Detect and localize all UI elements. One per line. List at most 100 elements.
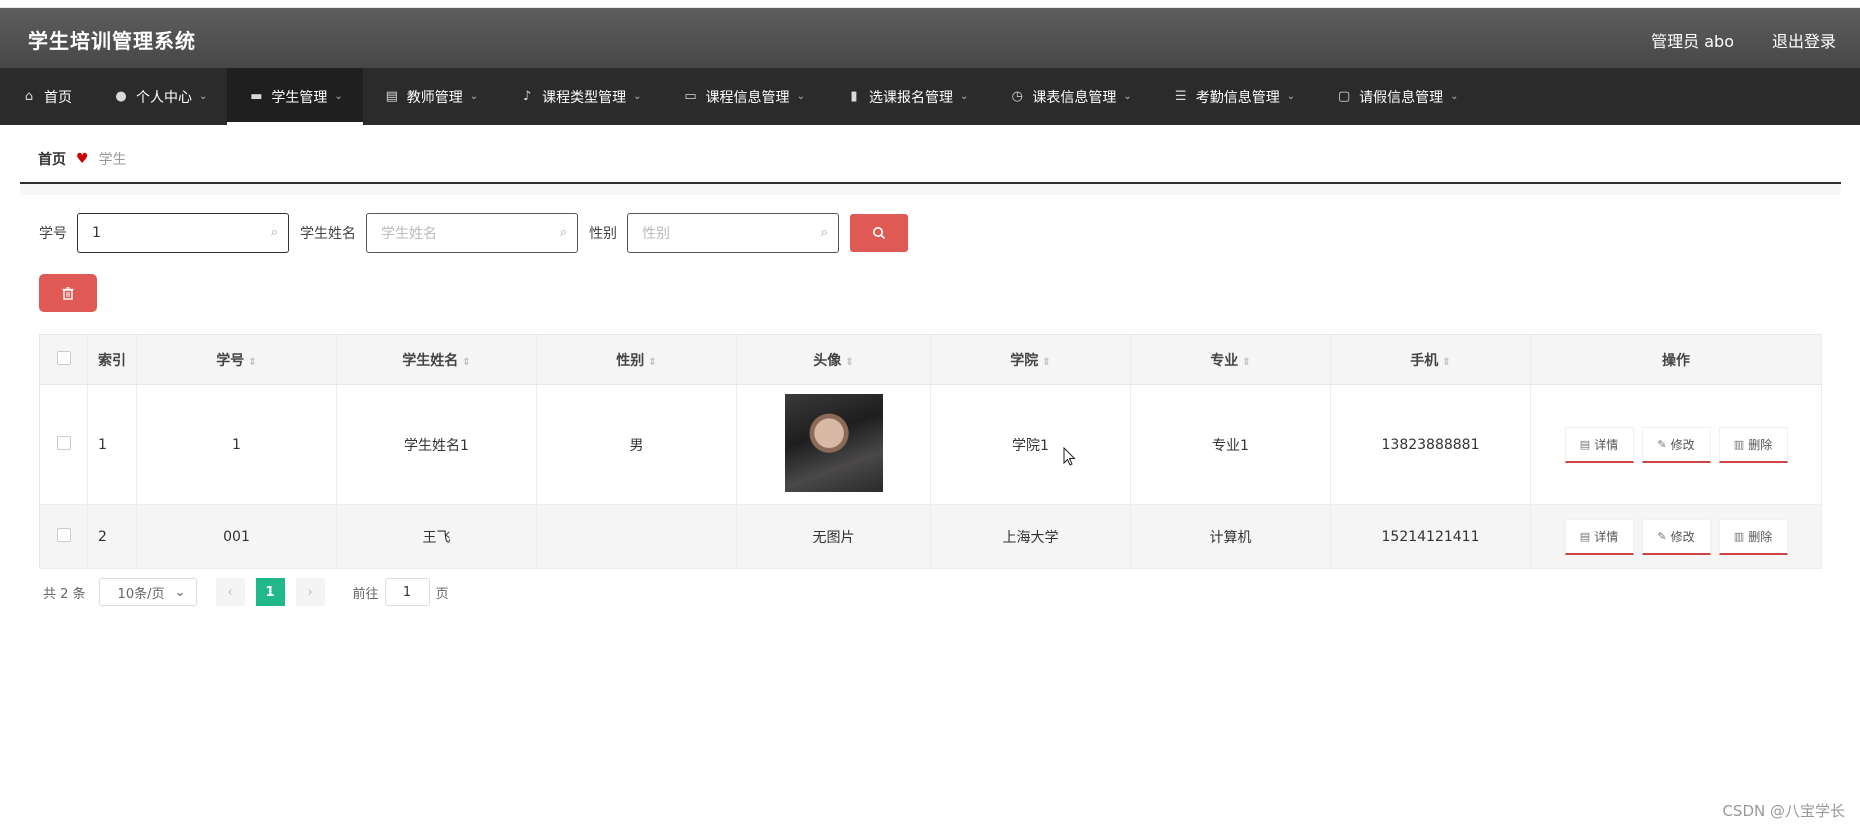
student-id-input[interactable]: 1 ⌕ (77, 213, 289, 253)
page-number-current[interactable]: 1 (255, 578, 285, 606)
select-all-checkbox[interactable] (56, 350, 71, 365)
current-user: 管理员 abo (1651, 32, 1734, 51)
chevron-down-icon: ⌄ (199, 91, 208, 102)
chat-icon: ▢ (1337, 89, 1351, 104)
cell-phone: 13823888881 (1330, 384, 1531, 505)
nav-item-enrollment[interactable]: ▮ 选课报名管理 ⌄ (825, 68, 988, 125)
page-unit-label: 页 (435, 586, 449, 602)
sort-icon[interactable]: ⇕ (648, 357, 656, 368)
top-border (0, 0, 1860, 8)
cell-avatar (736, 384, 931, 505)
next-page-button[interactable]: › (295, 578, 325, 606)
row-checkbox[interactable] (56, 435, 71, 450)
sort-icon[interactable]: ⇕ (1042, 357, 1050, 368)
chevron-down-icon: ⌄ (1123, 91, 1132, 102)
student-panel: 学号 1 ⌕ 学生姓名 学生姓名 ⌕ 性别 性别 ⌕ 索引 学号 ⇕ 学生姓名 … (20, 195, 1841, 625)
search-form: 学号 1 ⌕ 学生姓名 学生姓名 ⌕ 性别 性别 ⌕ (39, 213, 908, 253)
chevron-down-icon: ⌄ (174, 584, 186, 600)
nav-item-attendance[interactable]: ☰ 考勤信息管理 ⌄ (1152, 68, 1315, 125)
gender-input[interactable]: 性别 ⌕ (627, 213, 839, 253)
row-checkbox[interactable] (56, 527, 71, 542)
cell-actions: ▤ 详情 ✎ 修改 ▥ 删除 (1530, 504, 1822, 569)
student-name-input[interactable]: 学生姓名 ⌕ (366, 213, 578, 253)
breadcrumb-home[interactable]: 首页 (38, 149, 66, 169)
monitor-icon: ▬ (250, 89, 263, 104)
trash-icon (62, 286, 74, 300)
col-student-id[interactable]: 学号 ⇕ (136, 334, 337, 385)
clock-icon: ◷ (1011, 89, 1024, 104)
nav-item-profile[interactable]: ● 个人中心 ⌄ (92, 68, 227, 125)
breadcrumb-current: 学生 (98, 151, 127, 168)
main-nav: ⌂ 首页 ● 个人中心 ⌄ ▬ 学生管理 ⌄ ▤ 教师管理 ⌄ ♪ 课程类型管理 ⌄ ▭ 课程信息管… (0, 68, 1860, 125)
chevron-right-icon: › (307, 584, 313, 600)
cell-student-id: 001 (136, 504, 337, 569)
pencil-icon: ✎ (1657, 529, 1667, 543)
edit-button[interactable]: ✎ 修改 (1641, 518, 1711, 555)
chevron-down-icon: ⌄ (1286, 91, 1296, 102)
edit-button[interactable]: ✎ 修改 (1641, 426, 1711, 463)
col-college[interactable]: 学院 ⇕ (930, 334, 1131, 385)
cell-student-name: 学生姓名1 (336, 384, 537, 505)
nav-item-home[interactable]: ⌂ 首页 (0, 68, 92, 125)
table-row: 2 001 王飞 无图片 上海大学 计算机 15214121411 ▤ 详情 ✎ 修… (39, 504, 1822, 569)
row-select-cell (39, 384, 88, 505)
search-button[interactable] (850, 214, 908, 252)
col-gender[interactable]: 性别 ⇕ (536, 334, 737, 385)
clipboard-icon: ▤ (385, 89, 398, 104)
goto-label: 前往 (352, 586, 379, 602)
delete-button[interactable]: ▥ 删除 (1718, 426, 1788, 463)
col-avatar[interactable]: 头像 ⇕ (736, 334, 931, 385)
nav-item-leave[interactable]: ▢ 请假信息管理 ⌄ (1315, 68, 1478, 125)
row-select-cell (39, 504, 88, 569)
col-student-name[interactable]: 学生姓名 ⇕ (336, 334, 537, 385)
app-header: 学生培训管理系统 管理员 abo 退出登录 (0, 8, 1860, 68)
chevron-down-icon: ⌄ (469, 91, 479, 102)
trash-icon: ▥ (1733, 437, 1745, 451)
chevron-left-icon: ‹ (227, 584, 233, 600)
search-icon (873, 227, 886, 240)
col-phone[interactable]: 手机 ⇕ (1330, 334, 1531, 385)
detail-button[interactable]: ▤ 详情 (1564, 518, 1634, 555)
select-all-cell (39, 334, 88, 385)
sort-icon[interactable]: ⇕ (1242, 357, 1250, 368)
sort-icon[interactable]: ⇕ (845, 357, 853, 368)
student-table: 索引 学号 ⇕ 学生姓名 ⇕ 性别 ⇕ 头像 ⇕ 学院 ⇕ 专业 ⇕ 手机 ⇕ 操作 1 1 … (39, 334, 1822, 569)
sort-icon[interactable]: ⇕ (248, 357, 256, 368)
table-header-row: 索引 学号 ⇕ 学生姓名 ⇕ 性别 ⇕ 头像 ⇕ 学院 ⇕ 专业 ⇕ 手机 ⇕ 操作 (39, 334, 1822, 385)
pagination: 共 2 条 10条/页 ⌄ ‹ 1 › 前往 1 页 (43, 578, 449, 606)
col-major[interactable]: 专业 ⇕ (1130, 334, 1331, 385)
nav-item-course-types[interactable]: ♪ 课程类型管理 ⌄ (498, 68, 661, 125)
person-icon: ● (115, 89, 127, 104)
microphone-icon: ♪ (523, 89, 532, 104)
search-icon: ⌕ (270, 225, 278, 240)
search-icon: ⌕ (820, 225, 828, 240)
bar-chart-icon: ▮ (850, 89, 858, 104)
logout-link[interactable]: 退出登录 (1772, 28, 1836, 52)
nav-item-students[interactable]: ▬ 学生管理 ⌄ (227, 68, 364, 125)
cell-index: 1 (87, 384, 137, 505)
ticket-icon: ▭ (684, 89, 697, 104)
goto-page-input[interactable]: 1 (384, 578, 430, 606)
nav-item-schedule[interactable]: ◷ 课表信息管理 ⌄ (988, 68, 1151, 125)
nav-item-courses[interactable]: ▭ 课程信息管理 ⌄ (662, 68, 825, 125)
cell-college: 上海大学 (930, 504, 1131, 569)
cell-college: 学院1 (930, 384, 1131, 505)
page-size-select[interactable]: 10条/页 ⌄ (98, 578, 197, 606)
cell-actions: ▤ 详情 ✎ 修改 ▥ 删除 (1530, 384, 1822, 505)
nav-item-teachers[interactable]: ▤ 教师管理 ⌄ (363, 68, 498, 125)
sort-icon[interactable]: ⇕ (1442, 357, 1450, 368)
cell-index: 2 (87, 504, 137, 569)
sort-icon[interactable]: ⇕ (462, 357, 470, 368)
trash-icon: ▥ (1733, 529, 1745, 543)
chevron-down-icon: ⌄ (1450, 91, 1459, 102)
detail-button[interactable]: ▤ 详情 (1564, 426, 1634, 463)
delete-button[interactable]: ▥ 删除 (1718, 518, 1788, 555)
app-title: 学生培训管理系统 (28, 29, 196, 53)
batch-delete-button[interactable] (39, 274, 97, 312)
document-icon: ▤ (1579, 529, 1591, 543)
cell-student-name: 王飞 (336, 504, 537, 569)
content-area: 首页 ♥ 学生 学号 1 ⌕ 学生姓名 学生姓名 ⌕ 性别 性别 ⌕ 索引 学号… (20, 135, 1841, 625)
prev-page-button[interactable]: ‹ (215, 578, 245, 606)
pencil-icon: ✎ (1657, 437, 1667, 451)
col-actions: 操作 (1530, 334, 1822, 385)
